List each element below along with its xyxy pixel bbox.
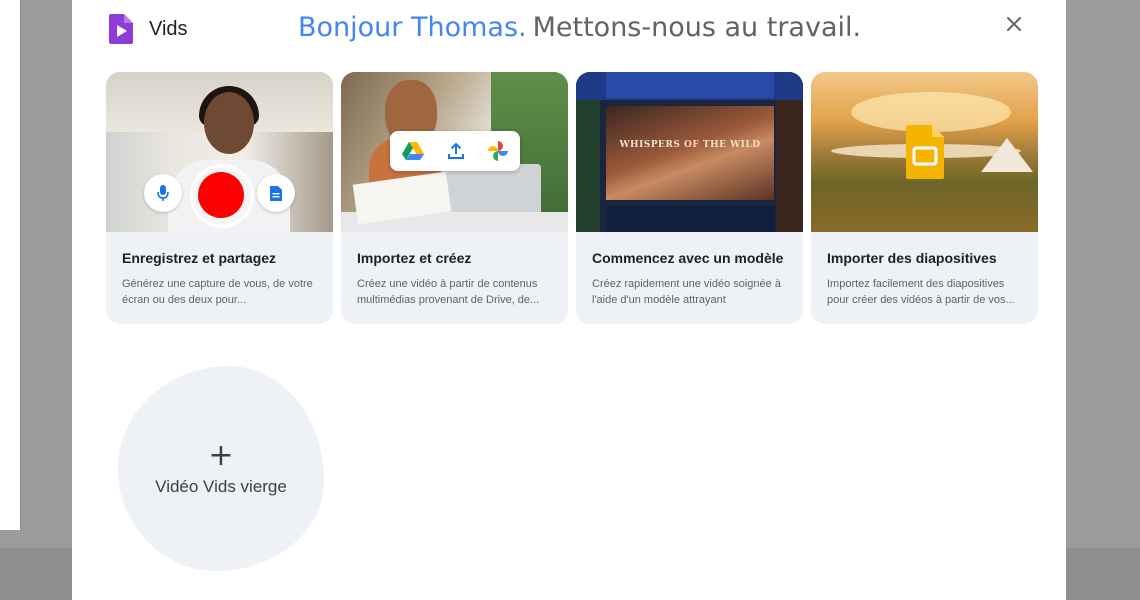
app-name: Vids: [149, 17, 188, 40]
card-title: Importez et créez: [357, 250, 472, 266]
close-icon: [1007, 17, 1021, 31]
card-title: Commencez avec un modèle: [592, 250, 784, 266]
card-description: Créez rapidement une vidéo soignée à l'a…: [592, 278, 781, 306]
slides-thumbnail: [811, 72, 1038, 232]
app-brand: Vids: [108, 12, 188, 46]
google-drive-icon[interactable]: [401, 141, 425, 161]
upload-icon[interactable]: [447, 142, 465, 160]
card-import-and-create[interactable]: Importez et créez Créez une vidéo à part…: [341, 72, 568, 324]
card-title: Enregistrez et partagez: [122, 250, 277, 266]
option-cards: Enregistrez et partagez Générez une capt…: [106, 72, 1038, 324]
card-record-and-share[interactable]: Enregistrez et partagez Générez une capt…: [106, 72, 333, 324]
create-video-dialog: Vids Bonjour Thomas. Mettons-nous au trav…: [72, 0, 1066, 600]
import-thumbnail: [341, 72, 568, 232]
greeting-name: Bonjour Thomas.: [298, 12, 527, 43]
google-photos-icon[interactable]: [487, 140, 509, 162]
template-thumbnail: WHISPERS OF THE WILD: [576, 72, 803, 232]
template-thumbnail-title: WHISPERS OF THE WILD: [619, 140, 761, 150]
blank-video-label: Vidéo Vids vierge: [155, 476, 287, 496]
plus-icon: +: [208, 437, 234, 473]
microphone-button[interactable]: [144, 174, 182, 212]
import-sources-bar: [390, 131, 520, 171]
microphone-icon: [157, 185, 169, 201]
vids-logo-icon: [108, 12, 135, 46]
card-description: Générez une capture de vous, de votre éc…: [122, 278, 313, 306]
document-icon: [270, 185, 282, 201]
blank-video-button[interactable]: + Vidéo Vids vierge: [118, 366, 324, 571]
record-button[interactable]: [198, 172, 244, 218]
record-thumbnail: [106, 72, 333, 232]
document-button[interactable]: [257, 174, 295, 212]
card-start-with-template[interactable]: WHISPERS OF THE WILD Commencez avec un m…: [576, 72, 803, 324]
card-import-slides[interactable]: Importer des diapositives Importez facil…: [811, 72, 1038, 324]
close-button[interactable]: [1000, 10, 1028, 38]
background-document: [0, 0, 21, 530]
card-description: Importez facilement des diapositives pou…: [827, 278, 1015, 306]
greeting-tagline: Mettons-nous au travail.: [532, 12, 862, 43]
greeting-heading: Bonjour Thomas. Mettons-nous au travail.: [298, 12, 861, 44]
card-description: Créez une vidéo à partir de contenus mul…: [357, 278, 540, 306]
card-title: Importer des diapositives: [827, 250, 997, 266]
google-slides-icon: [905, 124, 945, 180]
